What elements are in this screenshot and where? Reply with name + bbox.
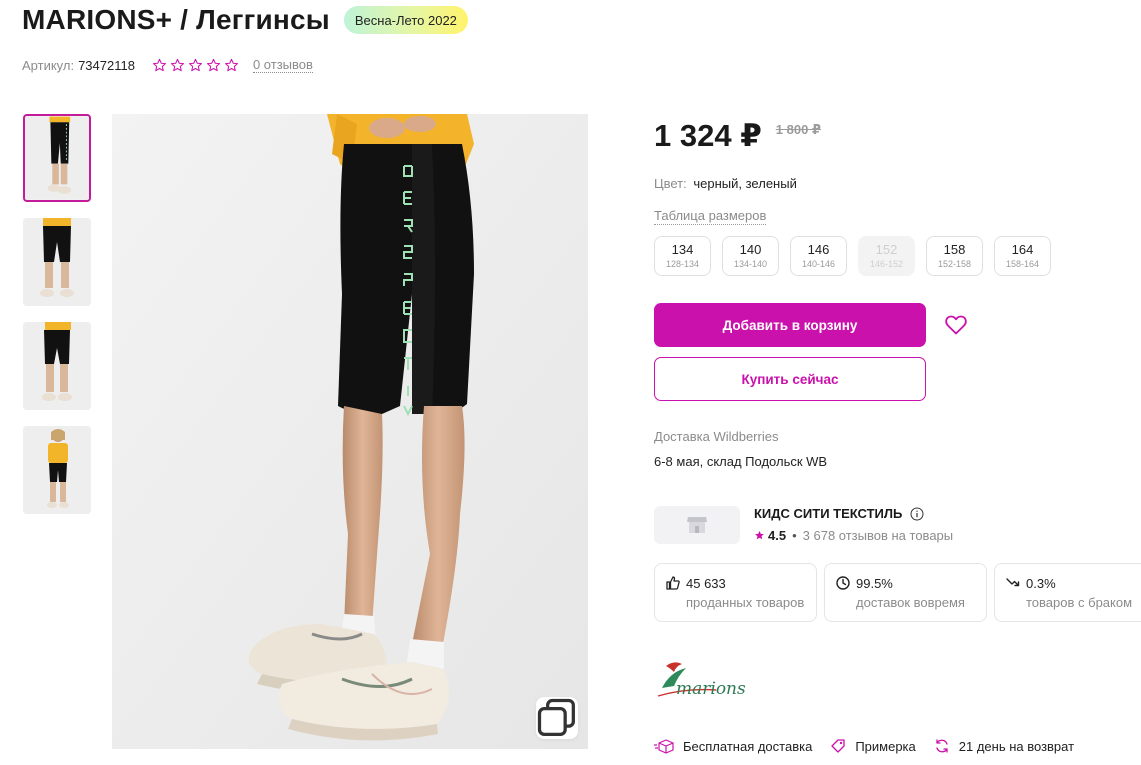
marions-logo: marions — [657, 662, 746, 699]
size-selector: 134 128-134 140 134-140 146 140-146 152 … — [654, 236, 1051, 276]
thumbnail-3[interactable] — [23, 322, 91, 410]
product-photo — [112, 114, 588, 749]
star-filled-icon — [755, 530, 764, 540]
stat-card-ontime: 99.5% доставок вовремя — [824, 563, 987, 622]
clock-icon — [836, 576, 850, 590]
reviews-link[interactable]: 0 отзывов — [252, 57, 313, 73]
size-label: 140 — [739, 242, 762, 257]
article-label: Артикул: — [22, 57, 75, 73]
article-value: 73472118 — [78, 57, 135, 73]
seller-logo[interactable] — [654, 506, 740, 544]
rating-stars[interactable] — [152, 58, 239, 73]
thumbnail-gallery — [23, 114, 93, 530]
favorite-button[interactable] — [940, 310, 972, 340]
trend-down-icon — [1006, 578, 1020, 587]
title-row: MARIONS+ / Леггинсы Весна-Лето 2022 — [22, 0, 468, 40]
star-icon — [188, 58, 202, 71]
seller-stats: 45 633 проданных товаров 99.5% доставок … — [654, 563, 1141, 622]
stat-label: проданных товаров — [686, 595, 805, 610]
price-block: 1 324 ₽ 1 800 ₽ — [654, 118, 821, 158]
size-range: 140-146 — [801, 259, 836, 269]
seller-reviews: 3 678 отзывов на товары — [802, 528, 954, 543]
size-range: 152-158 — [937, 259, 972, 269]
size-label: 146 — [807, 242, 830, 257]
size-label: 164 — [1011, 242, 1034, 257]
star-icon — [206, 58, 220, 71]
stat-card-sold: 45 633 проданных товаров — [654, 563, 817, 622]
thumbnail-1[interactable] — [23, 114, 91, 202]
product-photo-thumb — [23, 322, 91, 410]
heart-icon — [945, 315, 967, 335]
svg-text:marions: marions — [676, 679, 746, 699]
product-photo-thumb — [23, 218, 91, 306]
season-badge: Весна-Лето 2022 — [343, 6, 468, 34]
thumbnail-2[interactable] — [23, 218, 91, 306]
color-row: Цвет: черный, зеленый — [654, 176, 797, 191]
price-old: 1 800 ₽ — [775, 122, 821, 137]
feature-return: 21 день на возврат — [934, 738, 1074, 754]
color-value: черный, зеленый — [693, 176, 797, 191]
size-label: 158 — [943, 242, 966, 257]
stat-value: 0.3% — [1026, 575, 1056, 591]
color-label: Цвет: — [654, 176, 687, 191]
product-meta: Артикул: 73472118 0 отзывов — [22, 54, 313, 76]
info-icon[interactable] — [910, 507, 924, 521]
delivery-label: Доставка Wildberries — [654, 429, 779, 444]
free-delivery-icon — [654, 739, 674, 754]
main-product-photo[interactable] — [112, 114, 588, 749]
feature-label: 21 день на возврат — [958, 738, 1075, 754]
thumbs-up-icon — [666, 576, 680, 590]
tag-icon — [831, 739, 845, 753]
shop-icon — [687, 517, 707, 533]
dot-separator: • — [792, 528, 797, 543]
stat-card-defects: 0.3% товаров с браком — [994, 563, 1141, 622]
features-row: Бесплатная доставка Примерка 21 день на … — [654, 738, 1092, 754]
copy-icon — [537, 698, 575, 736]
stat-value: 99.5% — [856, 575, 893, 591]
brand-logo[interactable]: marions — [656, 658, 766, 702]
seller-name-row: КИДС СИТИ ТЕКСТИЛЬ — [754, 506, 924, 521]
size-option[interactable]: 164 158-164 — [994, 236, 1051, 276]
star-icon — [170, 58, 184, 71]
return-icon — [936, 739, 948, 753]
product-photo-thumb — [23, 426, 91, 514]
feature-free-delivery: Бесплатная доставка — [654, 738, 812, 754]
feature-fitting: Примерка — [830, 738, 916, 754]
size-range: 158-164 — [1005, 259, 1040, 269]
buy-now-button[interactable]: Купить сейчас — [654, 357, 926, 401]
price-current: 1 324 ₽ — [654, 118, 762, 153]
size-option[interactable]: 134 128-134 — [654, 236, 711, 276]
size-label: 152 — [875, 242, 898, 257]
add-to-cart-button[interactable]: Добавить в корзину — [654, 303, 926, 347]
star-icon — [152, 58, 166, 71]
size-range: 128-134 — [665, 259, 700, 269]
stat-label: доставок вовремя — [856, 595, 965, 610]
size-range: 146-152 — [869, 259, 904, 269]
feature-label: Примерка — [855, 738, 916, 754]
zoom-button[interactable] — [536, 697, 578, 739]
stat-label: товаров с браком — [1026, 595, 1133, 610]
delivery-value: 6-8 мая, склад Подольск WB — [654, 454, 828, 469]
product-photo-thumb — [25, 116, 89, 200]
product-title: MARIONS+ / Леггинсы — [22, 4, 330, 35]
size-range: 134-140 — [733, 259, 768, 269]
size-label: 134 — [671, 242, 694, 257]
size-option[interactable]: 140 134-140 — [722, 236, 779, 276]
feature-label: Бесплатная доставка — [683, 738, 813, 754]
seller-rating: 4.5 — [768, 528, 787, 543]
thumbnail-4[interactable] — [23, 426, 91, 514]
size-option[interactable]: 158 152-158 — [926, 236, 983, 276]
size-table-link[interactable]: Таблица размеров — [654, 208, 767, 225]
seller-rating-row: 4.5 • 3 678 отзывов на товары — [754, 528, 953, 543]
star-icon — [224, 58, 238, 71]
seller-name[interactable]: КИДС СИТИ ТЕКСТИЛЬ — [754, 506, 902, 521]
size-option[interactable]: 146 140-146 — [790, 236, 847, 276]
stat-value: 45 633 — [686, 575, 726, 591]
size-option-disabled[interactable]: 152 146-152 — [858, 236, 915, 276]
